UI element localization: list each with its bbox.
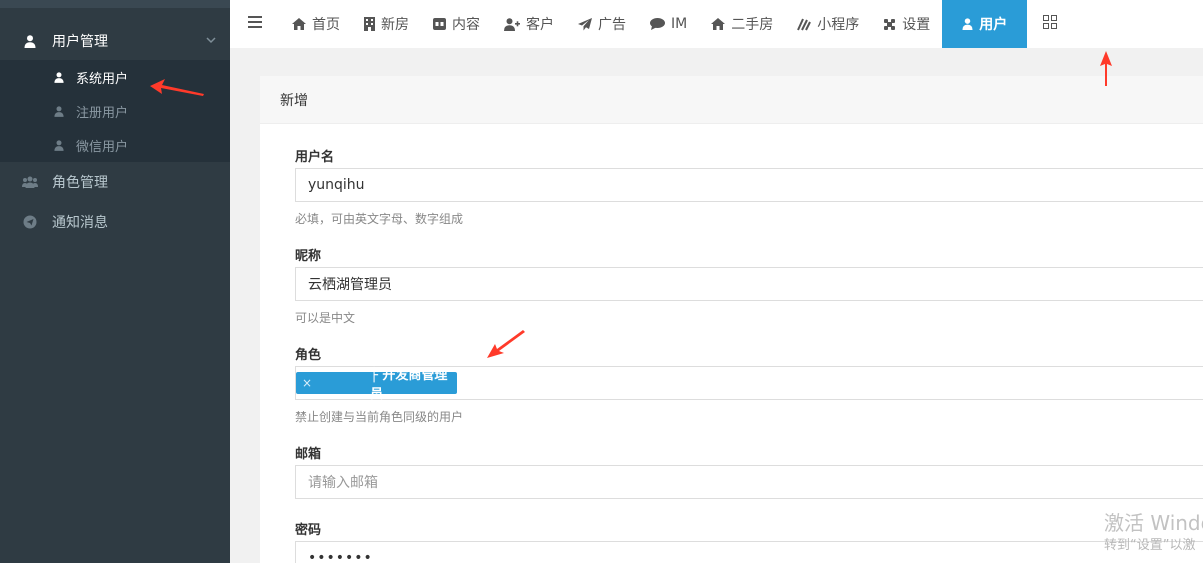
sidebar-top-edge [0,0,230,8]
grid-icon [1043,15,1058,33]
nav-tab-label: IM [671,16,688,32]
nickname-group: 昵称 云栖湖管理员 可以是中文 [295,245,1203,326]
nav-tab-miniapp[interactable]: 小程序 [785,0,871,48]
nav-tab-label: 广告 [598,17,626,33]
sidebar-item-label: 系统用户 [76,71,129,87]
sidebar-item-label: 用户管理 [52,34,108,50]
nav-tab-ads[interactable]: 广告 [566,0,638,48]
windows-activation-watermark: 激活 Windo [1104,511,1203,535]
sidebar-item-notifications[interactable]: 通知消息 [0,202,230,242]
role-select[interactable]: × ├ 开发商管理员 [295,366,1203,402]
sidebar-item-label: 角色管理 [52,175,108,191]
sidebar-item-label: 微信用户 [76,139,129,155]
annotation-arrow-nav [1100,51,1112,86]
role-tag-label: ├ 开发商管理员 [370,368,448,402]
chat-icon [650,18,665,30]
username-group: 用户名 yunqihu 必填，可由英文字母、数字组成 [295,146,1203,227]
user-icon [962,18,973,30]
sidebar-toggle-button[interactable] [230,0,280,48]
nav-tab-customer[interactable]: 客户 [492,0,566,48]
password-label: 密码 [295,523,322,538]
chevron-down-icon[interactable] [206,34,216,47]
nav-tab-label: 用户 [979,17,1008,33]
password-input[interactable]: ••••••• [295,541,1203,563]
send-circle-icon [22,214,38,230]
miniapp-icon [797,17,812,31]
nickname-input[interactable]: 云栖湖管理员 [295,267,1203,301]
sidebar-item-label: 注册用户 [76,105,129,121]
sidebar-item-user-management[interactable]: 用户管理 [0,22,230,60]
role-help: 禁止创建与当前角色同级的用户 [295,410,464,424]
building-icon [364,17,375,31]
user-icon [52,137,66,153]
nav-tab-home[interactable]: 首页 [280,0,352,48]
add-user-panel: 新增 用户名 yunqihu 必填，可由英文字母、数字组成 昵称 云栖湖管理员 … [260,76,1203,563]
sidebar-item-role-management[interactable]: 角色管理 [0,162,230,202]
paper-plane-icon [578,17,592,31]
tag-remove-icon[interactable]: × [302,376,312,390]
user-icon [52,103,66,119]
windows-activation-hint: 转到“设置”以激 [1104,538,1196,553]
role-group: 角色 × ├ 开发商管理员 禁止创建与当前角色同级的用户 [295,344,1203,425]
sidebar-item-wechat-users[interactable]: 微信用户 [0,128,230,162]
nav-tab-users[interactable]: 用户 [942,0,1028,48]
email-label: 邮箱 [295,447,322,462]
nav-tab-label: 客户 [526,17,554,33]
joomla-icon [883,18,896,31]
role-tag: × ├ 开发商管理员 [296,368,457,402]
nav-tab-label: 首页 [312,17,340,33]
nav-more-button[interactable] [1027,0,1073,48]
annotation-arrow-sidebar [150,79,204,96]
username-input[interactable]: yunqihu [295,168,1203,202]
role-label: 角色 [295,348,322,363]
email-group: 邮箱 请输入邮箱 [295,443,1203,499]
panel-title: 新增 [260,76,1203,124]
top-navbar: 首页 新房 内容 客户 广告 IM 二手房 小程序 设置 用户 [230,0,1203,48]
nav-tab-label: 二手房 [731,17,774,33]
nav-tab-settings[interactable]: 设置 [871,0,942,48]
nav-tab-second-hand[interactable]: 二手房 [699,0,785,48]
nav-tab-label: 新房 [381,17,409,33]
nav-tab-label: 小程序 [817,17,860,33]
nav-tab-label: 内容 [452,17,480,33]
email-input[interactable]: 请输入邮箱 [295,465,1203,499]
annotation-arrow-role [487,330,525,358]
sidebar-group-user-management: 用户管理 系统用户 注册用户 微信用户 角色管理 通知消息 [0,22,230,242]
home-icon [711,18,726,30]
nav-tab-label: 设置 [902,17,931,33]
nav-tab-new-house[interactable]: 新房 [352,0,421,48]
user-icon [52,69,66,85]
nav-tab-im[interactable]: IM [638,0,699,48]
sidebar-submenu: 系统用户 注册用户 微信用户 [0,60,230,162]
hamburger-icon [248,16,262,32]
username-label: 用户名 [295,150,335,165]
users-icon [22,174,38,190]
username-help: 必填，可由英文字母、数字组成 [295,212,464,226]
nickname-help: 可以是中文 [295,311,356,325]
sidebar-item-label: 通知消息 [52,215,108,231]
content-icon [433,18,446,30]
password-group: 密码 ••••••• [295,519,1203,563]
user-plus-icon [504,17,520,31]
nav-tab-content[interactable]: 内容 [421,0,492,48]
home-icon [292,18,306,30]
main-content: 新增 用户名 yunqihu 必填，可由英文字母、数字组成 昵称 云栖湖管理员 … [230,48,1203,563]
nickname-label: 昵称 [295,249,322,264]
user-icon [22,33,38,49]
